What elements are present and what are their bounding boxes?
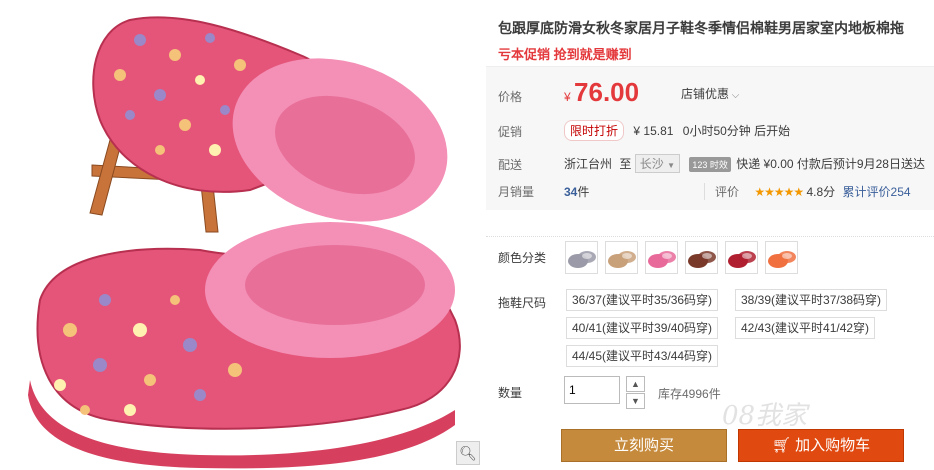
rating-score: 4.8分 <box>806 185 836 199</box>
product-image[interactable]: 🔍︎ <box>0 0 480 470</box>
caret-down-icon: ▼ <box>667 161 675 170</box>
price-label: 价格 <box>498 90 523 104</box>
color-swatch-2[interactable] <box>605 241 638 274</box>
chevron-down-icon: ▼ <box>631 396 640 406</box>
quantity-input[interactable] <box>564 376 620 404</box>
slipper-illustration <box>28 16 461 469</box>
shipping-to-word: 至 <box>619 157 632 171</box>
cart-icon: 🛒︎ <box>771 437 791 454</box>
quantity-increase-button[interactable]: ▲ <box>626 376 645 392</box>
add-to-cart-button[interactable]: 🛒︎ 加入购物车 <box>738 429 904 462</box>
product-subtitle: 亏本促销 抢到就是赚到 <box>498 47 632 62</box>
add-to-cart-label: 加入购物车 <box>795 437 871 454</box>
color-swatch-3[interactable] <box>645 241 678 274</box>
size-label: 拖鞋尺码 <box>498 296 547 310</box>
monthly-sales: 34件 <box>564 183 589 200</box>
promo-tag: 限时打折 <box>564 120 625 141</box>
color-swatch-6[interactable] <box>765 241 798 274</box>
price-value: 76.00 <box>574 77 640 107</box>
zoom-button[interactable]: 🔍︎ <box>456 441 480 465</box>
promo-label: 促销 <box>498 125 523 139</box>
price-row: ¥ 76.00 <box>564 77 639 108</box>
sales-count: 34 <box>564 185 578 199</box>
product-info: 包跟厚底防滑女秋冬家居月子鞋冬季情侣棉鞋男居家室内地板棉拖 亏本促销 抢到就是赚… <box>486 0 934 470</box>
sales-unit: 件 <box>577 185 590 199</box>
rating-row: 评价 ★★★★★ 4.8分 累计评价254 <box>704 183 911 200</box>
shipping-from: 浙江台州 <box>564 157 613 171</box>
shipping-label: 配送 <box>498 158 523 172</box>
shipping-row: 浙江台州 至 长沙 ▼ 123 时效 快递 ¥0.00 付款后预计9月28日送达 <box>564 154 925 173</box>
color-swatch-4[interactable] <box>685 241 718 274</box>
shop-discount-label: 店铺优惠 <box>681 87 730 101</box>
stock-text: 库存4996件 <box>658 387 721 401</box>
monthly-sales-label: 月销量 <box>498 185 535 199</box>
site-watermark: 08我家 <box>722 401 808 431</box>
promo-currency: ¥ <box>633 124 641 138</box>
buy-now-button[interactable]: 立刻购买 <box>561 429 727 462</box>
color-label: 颜色分类 <box>498 251 547 265</box>
shop-discount-dropdown[interactable]: 店铺优惠 ⌵ <box>681 85 739 102</box>
quantity-label: 数量 <box>498 386 523 400</box>
quantity-decrease-button[interactable]: ▼ <box>626 393 645 409</box>
price-panel: 价格 ¥ 76.00 店铺优惠 ⌵ 促销 限时打折 ¥ 15.81 0小时50分… <box>486 66 934 210</box>
star-rating-icon: ★★★★★ <box>754 185 804 199</box>
size-option-44-45[interactable]: 44/45(建议平时43/44码穿) <box>566 345 719 367</box>
delivery-time-badge: 123 时效 <box>689 157 731 172</box>
promo-row: 限时打折 ¥ 15.81 0小时50分钟 后开始 <box>564 120 790 141</box>
chevron-down-icon: ⌵ <box>729 90 740 101</box>
reviews-link[interactable]: 累计评价254 <box>843 185 911 199</box>
color-swatch-1[interactable] <box>565 241 598 274</box>
size-option-36-37[interactable]: 36/37(建议平时35/36码穿) <box>566 289 719 311</box>
shipping-dest: 长沙 <box>639 157 664 171</box>
size-option-40-41[interactable]: 40/41(建议平时39/40码穿) <box>566 317 719 339</box>
divider <box>486 236 934 237</box>
shipping-express: 快递 ¥0.00 付款后预计9月28日送达 <box>736 157 925 171</box>
color-swatch-5[interactable] <box>725 241 758 274</box>
chevron-up-icon: ▲ <box>631 379 640 389</box>
product-title: 包跟厚底防滑女秋冬家居月子鞋冬季情侣棉鞋男居家室内地板棉拖 <box>498 20 904 36</box>
promo-countdown: 0小时50分钟 后开始 <box>682 124 791 138</box>
price-currency: ¥ <box>564 90 571 104</box>
size-option-38-39[interactable]: 38/39(建议平时37/38码穿) <box>735 289 888 311</box>
promo-price: 15.81 <box>643 124 674 138</box>
destination-dropdown[interactable]: 长沙 ▼ <box>634 154 680 173</box>
size-option-42-43[interactable]: 42/43(建议平时41/42穿) <box>735 317 876 339</box>
rating-label: 评价 <box>715 185 740 199</box>
magnifier-icon: 🔍︎ <box>459 444 477 461</box>
